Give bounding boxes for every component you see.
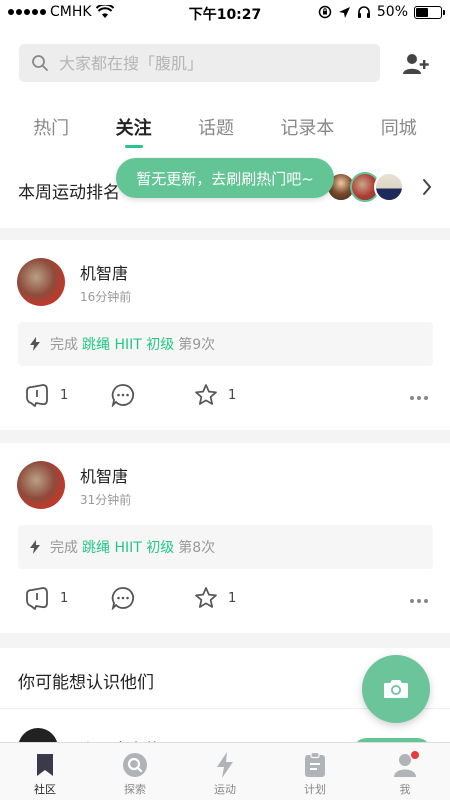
search-icon (32, 55, 48, 71)
favorite-count: 1 (228, 590, 237, 606)
tab-hot[interactable]: 热门 (33, 110, 69, 150)
post-author[interactable]: 机智唐 (80, 463, 128, 487)
like-icon (26, 384, 48, 407)
status-bar: CMHK 下午10:27 50% (0, 0, 450, 26)
activity-count: 第9次 (178, 337, 216, 353)
more-icon[interactable] (410, 599, 428, 603)
search-input[interactable] (59, 53, 359, 73)
location-icon (338, 6, 350, 18)
camera-icon (384, 680, 408, 698)
comment-button[interactable] (111, 383, 135, 407)
search-bar[interactable] (19, 44, 380, 82)
tab-topics[interactable]: 话题 (198, 110, 234, 150)
avatar[interactable] (17, 258, 65, 306)
headphones-icon (357, 6, 370, 18)
notification-badge (411, 751, 419, 759)
tab-label: 社区 (34, 783, 56, 796)
camera-button[interactable] (362, 655, 430, 723)
activity-summary[interactable]: 完成 跳绳 HIIT 初级 第9次 (18, 322, 433, 366)
star-icon (195, 384, 217, 405)
activity-course[interactable]: 跳绳 HIIT 初级 (82, 334, 174, 354)
comment-icon (111, 384, 135, 407)
lightning-icon (30, 337, 40, 351)
activity-summary[interactable]: 完成 跳绳 HIIT 初级 第8次 (18, 525, 433, 569)
suggested-users-title: 你可能想认识他们 (18, 673, 154, 693)
tab-community[interactable]: 社区 (0, 743, 90, 800)
like-button[interactable]: 1 (24, 383, 68, 407)
rotation-lock-icon (318, 5, 332, 19)
tab-following[interactable]: 关注 (116, 110, 152, 150)
plan-icon (305, 752, 325, 777)
tab-explore[interactable]: 探索 (90, 743, 180, 800)
tab-label: 计划 (304, 783, 326, 796)
bottom-tab-bar: 社区 探索 运动 计划 我 (0, 742, 450, 800)
post-author[interactable]: 机智唐 (80, 260, 128, 284)
avatar[interactable] (17, 461, 65, 509)
battery-percent: 50% (376, 4, 408, 20)
feed-card[interactable]: 机智唐 31分钟前 完成 跳绳 HIIT 初级 第8次 1 1 (0, 443, 450, 633)
lightning-icon (217, 752, 233, 778)
feed-tabs: 热门 关注 话题 记录本 同城 (0, 110, 450, 150)
tab-label: 我 (399, 783, 411, 796)
post-time: 31分钟前 (80, 493, 132, 507)
battery-icon (414, 5, 445, 19)
like-count: 1 (60, 590, 69, 606)
tab-nearby[interactable]: 同城 (381, 110, 417, 150)
activity-prefix: 完成 (50, 337, 78, 353)
toast-message: 暂无更新，去刷刷热门吧~ (116, 158, 334, 198)
tab-notebook[interactable]: 记录本 (280, 110, 334, 150)
top-bar: 热门 关注 话题 记录本 同城 (0, 26, 450, 150)
explore-icon (123, 753, 147, 777)
activity-course[interactable]: 跳绳 HIIT 初级 (82, 537, 174, 557)
bookmark-icon (37, 754, 53, 776)
tab-label: 运动 (214, 783, 236, 796)
status-right: 50% (318, 4, 445, 20)
favorite-button[interactable]: 1 (194, 383, 236, 407)
tab-me[interactable]: 我 (360, 743, 450, 800)
lightning-icon (30, 540, 40, 554)
activity-count: 第8次 (178, 540, 216, 556)
more-icon[interactable] (410, 396, 428, 400)
activity-prefix: 完成 (50, 540, 78, 556)
feed-card[interactable]: 机智唐 16分钟前 完成 跳绳 HIIT 初级 第9次 1 1 (0, 240, 450, 430)
add-user-icon[interactable] (402, 52, 430, 76)
post-actions: 1 1 (0, 586, 450, 616)
tab-workout[interactable]: 运动 (180, 743, 270, 800)
ranking-avatars (326, 172, 404, 202)
favorite-button[interactable]: 1 (194, 586, 236, 610)
tab-plan[interactable]: 计划 (270, 743, 360, 800)
star-icon (195, 587, 217, 608)
chevron-right-icon (423, 179, 432, 195)
like-count: 1 (60, 387, 69, 403)
like-button[interactable]: 1 (24, 586, 68, 610)
weekly-ranking-title: 本周运动排名 (18, 183, 120, 203)
post-time: 16分钟前 (80, 290, 132, 304)
ranking-avatar (374, 172, 404, 202)
like-icon (26, 587, 48, 610)
comment-button[interactable] (111, 586, 135, 610)
post-actions: 1 1 (0, 383, 450, 413)
favorite-count: 1 (228, 387, 237, 403)
tab-label: 探索 (124, 783, 146, 796)
comment-icon (111, 587, 135, 610)
